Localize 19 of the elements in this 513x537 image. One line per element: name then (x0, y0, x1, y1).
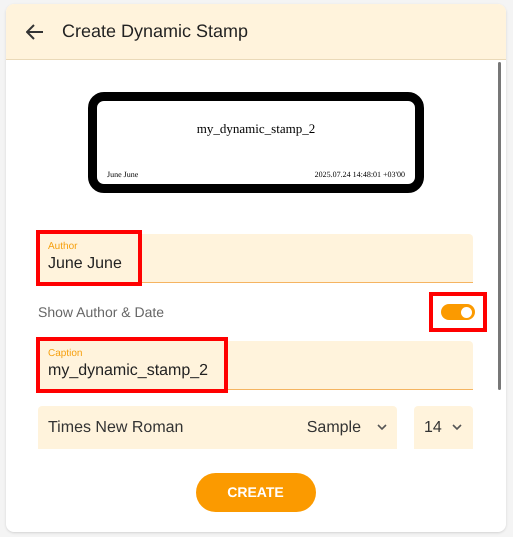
scrollbar[interactable] (498, 62, 501, 390)
dialog-title: Create Dynamic Stamp (62, 20, 248, 43)
font-select[interactable]: Times New Roman Sample (38, 406, 397, 449)
stamp-caption: my_dynamic_stamp_2 (196, 120, 316, 138)
field-label: Author (48, 241, 78, 253)
back-arrow-icon[interactable] (26, 24, 44, 40)
stamp-author: June June (107, 169, 138, 181)
font-sample: Sample (306, 418, 361, 438)
field-value: June June (48, 254, 122, 274)
size-select[interactable]: 14 (414, 406, 473, 449)
toggle-label: Show Author & Date (38, 302, 164, 322)
toggle-switch[interactable] (441, 304, 475, 320)
font-name: Times New Roman (48, 418, 184, 438)
size-value: 14 (424, 418, 442, 438)
chevron-down-icon (452, 424, 462, 431)
chevron-down-icon (377, 424, 387, 431)
stamp-date: 2025.07.24 14:48:01 +03'00 (314, 169, 405, 181)
field-label: Caption (48, 348, 84, 360)
field-value: my_dynamic_stamp_2 (48, 361, 208, 381)
